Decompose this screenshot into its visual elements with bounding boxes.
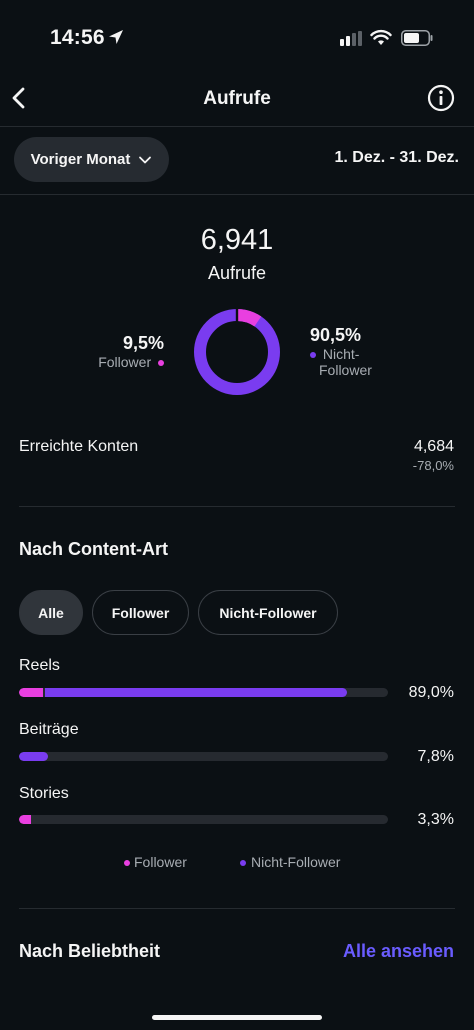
reached-accounts-label: Erreichte Konten [19,438,139,455]
cellular-signal-icon [340,31,362,46]
follower-percent: 9,5% [122,333,164,353]
stories-label: Stories [19,785,69,802]
time-range-dropdown[interactable]: Voriger Monat [14,137,169,182]
posts-nonfollower-segment [19,752,48,761]
legend-nonfollower: Nicht-Follower [240,854,340,870]
date-range: 1. Dez. - 31. Dez. [334,149,460,166]
reels-follower-segment [19,688,43,697]
views-donut-chart [194,309,280,395]
total-views-label: Aufrufe [207,263,267,283]
follower-dot-icon [158,360,164,367]
status-bar: 14:56 [0,0,474,76]
content-type-title: Nach Content-Art [19,539,168,559]
reels-value: 89,0% [408,684,454,701]
chevron-down-icon [139,156,152,163]
nonfollower-percent: 90,5% [310,325,362,345]
reels-label: Reels [19,657,60,674]
battery-icon [401,30,433,46]
nav-header: Aufrufe [0,76,474,126]
see-all-link[interactable]: Alle ansehen [343,941,454,962]
legend-follower: Follower [124,854,187,870]
posts-label: Beiträge [19,721,79,738]
stories-follower-segment [19,815,31,824]
reached-accounts-change: -78,0% [412,458,454,473]
legend-follower-label: Follower [134,854,187,870]
legend-follower-dot-icon [124,860,130,867]
home-indicator [152,1015,322,1020]
stories-value: 3,3% [417,811,454,828]
wifi-icon [370,29,392,45]
header-divider [0,126,474,127]
popularity-title: Nach Beliebtheit [19,941,161,961]
posts-value: 7,8% [417,748,454,765]
reels-bar [19,688,388,697]
status-time: 14:56 [50,26,105,49]
reached-accounts-value: 4,684 [413,438,454,455]
info-icon[interactable] [427,84,455,112]
section-divider [19,506,455,507]
time-range-label: Voriger Monat [30,151,131,168]
chip-nonfollower[interactable]: Nicht-Follower [198,590,338,635]
posts-bar [19,752,388,761]
chip-all[interactable]: Alle [19,590,83,635]
chip-follower[interactable]: Follower [92,590,189,635]
stories-bar [19,815,388,824]
filter-divider [0,194,474,195]
nonfollower-dot-icon [310,352,316,359]
follower-label: Follower [98,354,152,370]
reels-nonfollower-segment [45,688,347,697]
page-title: Aufrufe [203,88,271,109]
legend-nonfollower-label: Nicht-Follower [251,854,341,870]
total-views: 6,941 [200,224,274,256]
location-arrow-icon [109,30,123,44]
nonfollower-label-line1: Nicht- [322,346,360,362]
section-divider-2 [19,908,455,909]
legend-nonfollower-dot-icon [240,860,246,867]
follower-share: 9,5% Follower [98,333,164,370]
nonfollower-share: 90,5% Nicht- Follower [310,325,372,378]
nonfollower-label-line2: Follower [319,362,372,378]
